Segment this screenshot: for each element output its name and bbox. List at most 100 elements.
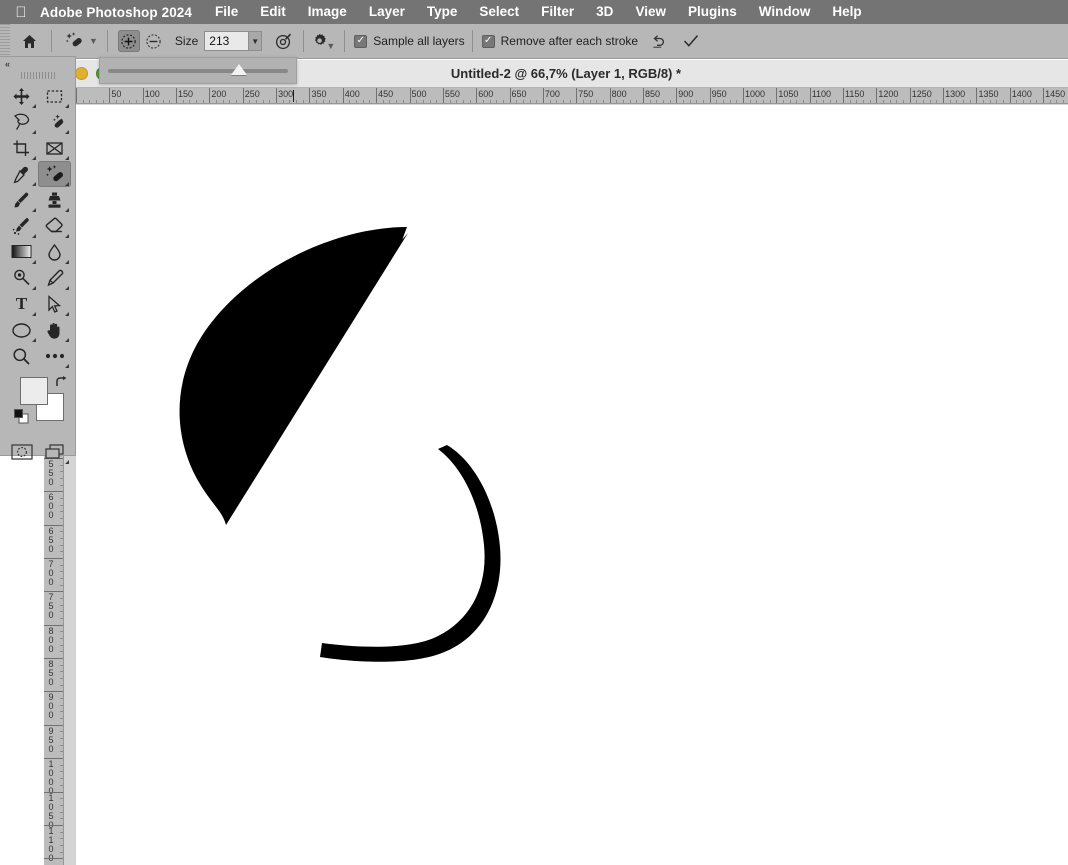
app-name-label[interactable]: Adobe Photoshop 2024 xyxy=(32,5,204,20)
ellipse-tool[interactable] xyxy=(5,317,38,343)
gear-icon[interactable]: ▼ xyxy=(311,28,337,54)
ruler-label: 1050 xyxy=(778,89,799,99)
horizontal-ruler[interactable]: 50 100 150 200 250 300 350 400 450 500 550 600 650 70… xyxy=(64,88,1068,104)
home-icon[interactable] xyxy=(14,26,44,56)
crop-tool[interactable] xyxy=(5,135,38,161)
ruler-tick xyxy=(60,698,63,700)
spot-healing-brush-tool[interactable] xyxy=(38,161,71,187)
foreground-color-swatch[interactable] xyxy=(20,377,48,405)
menu-item-3d[interactable]: 3D xyxy=(585,0,624,24)
tool-preset-picker[interactable]: ▼ xyxy=(59,28,100,54)
quick-mask-icon[interactable] xyxy=(5,439,38,465)
menu-item-select[interactable]: Select xyxy=(468,0,530,24)
tools-panel-grip[interactable] xyxy=(0,70,75,81)
menu-item-view[interactable]: View xyxy=(624,0,677,24)
menu-item-filter[interactable]: Filter xyxy=(530,0,585,24)
circle-plus-icon[interactable] xyxy=(117,30,140,52)
menu-item-type[interactable]: Type xyxy=(416,0,469,24)
remove-after-each-stroke-option[interactable]: ✓ Remove after each stroke xyxy=(481,34,639,48)
menu-item-layer[interactable]: Layer xyxy=(358,0,416,24)
clone-stamp-tool[interactable] xyxy=(38,187,71,213)
ruler-tick xyxy=(44,558,63,560)
chevron-down-icon[interactable]: ▼ xyxy=(326,41,335,51)
sample-all-layers-option[interactable]: ✓ Sample all layers xyxy=(354,34,465,48)
ruler-tick xyxy=(789,100,791,103)
remove-after-each-stroke-label: Remove after each stroke xyxy=(500,34,639,48)
ruler-tick xyxy=(936,100,938,103)
tablet-pressure-icon[interactable] xyxy=(270,28,296,54)
double-chevron-left-icon[interactable]: « xyxy=(0,57,75,70)
path-selection-tool[interactable] xyxy=(38,291,71,317)
menu-item-window[interactable]: Window xyxy=(748,0,822,24)
checkmark-icon[interactable] xyxy=(678,28,704,54)
apple-logo-icon[interactable]:  xyxy=(10,0,32,24)
brush-size-slider-track[interactable] xyxy=(108,63,288,75)
menu-item-image[interactable]: Image xyxy=(297,0,358,24)
ruler-tick xyxy=(422,100,424,103)
tool-group-indicator xyxy=(32,286,36,290)
chevron-down-icon[interactable]: ▼ xyxy=(89,36,98,46)
ruler-tick xyxy=(44,724,63,726)
ruler-tick xyxy=(44,658,63,660)
ruler-tick xyxy=(44,491,63,493)
eraser-tool[interactable] xyxy=(38,213,71,239)
chevron-down-icon[interactable]: ▼ xyxy=(248,32,262,50)
lasso-tool[interactable] xyxy=(5,109,38,135)
circle-minus-icon[interactable] xyxy=(143,30,165,52)
object-selection-tool[interactable] xyxy=(38,109,71,135)
history-brush-tool[interactable] xyxy=(5,213,38,239)
ruler-tick xyxy=(1036,100,1038,103)
blur-tool[interactable] xyxy=(38,239,71,265)
brush-size-slider-thumb[interactable] xyxy=(231,63,248,75)
ruler-tick xyxy=(60,711,63,713)
ruler-tick xyxy=(202,100,204,103)
menu-item-help[interactable]: Help xyxy=(821,0,872,24)
tool-group-indicator xyxy=(32,104,36,108)
menu-item-plugins[interactable]: Plugins xyxy=(677,0,748,24)
tools-panel: « T xyxy=(0,56,76,464)
brush-size-slider-popup[interactable] xyxy=(99,57,297,84)
ruler-tick xyxy=(556,100,558,103)
ruler-tick xyxy=(82,100,84,103)
tool-group-indicator xyxy=(32,338,36,342)
zoom-tool[interactable] xyxy=(5,343,38,369)
ruler-tick xyxy=(262,100,264,103)
ruler-tick xyxy=(60,738,63,740)
type-tool[interactable]: T xyxy=(5,291,38,317)
rectangular-marquee-tool[interactable] xyxy=(38,83,71,109)
swap-colors-icon[interactable] xyxy=(54,375,68,389)
spot-healing-brush-icon xyxy=(61,28,87,54)
brush-tool[interactable] xyxy=(5,187,38,213)
size-input[interactable] xyxy=(205,32,249,50)
ruler-tick xyxy=(60,478,63,479)
menu-item-file[interactable]: File xyxy=(204,0,249,24)
eyedropper-tool[interactable] xyxy=(5,161,38,187)
gradient-tool[interactable] xyxy=(5,239,38,265)
canvas-area[interactable] xyxy=(76,105,1068,865)
ruler-tick xyxy=(60,684,63,686)
sample-all-layers-checkbox[interactable]: ✓ xyxy=(354,34,368,48)
screen-mode-icon[interactable] xyxy=(38,439,71,465)
menu-item-edit[interactable]: Edit xyxy=(249,0,297,24)
ruler-tick xyxy=(436,100,438,103)
ruler-tick xyxy=(182,100,184,103)
frame-tool[interactable] xyxy=(38,135,71,161)
ruler-label: 1200 xyxy=(878,89,899,99)
ruler-tick xyxy=(689,100,691,103)
undo-arrow-icon[interactable] xyxy=(646,28,672,54)
hand-tool[interactable] xyxy=(38,317,71,343)
ruler-tick xyxy=(282,100,284,103)
ruler-tick xyxy=(60,631,63,633)
ruler-tick xyxy=(796,100,798,103)
ruler-label: 1150 xyxy=(845,89,865,99)
move-tool[interactable] xyxy=(5,83,38,109)
size-input-group[interactable]: ▼ xyxy=(204,31,263,51)
options-bar-grip[interactable] xyxy=(0,23,10,59)
default-colors-icon[interactable] xyxy=(14,409,29,424)
ruler-label: 600 xyxy=(478,89,494,99)
ruler-label: 1250 xyxy=(911,89,932,99)
dodge-tool[interactable] xyxy=(5,265,38,291)
edit-toolbar-button[interactable] xyxy=(38,343,71,369)
remove-after-each-stroke-checkbox[interactable]: ✓ xyxy=(481,34,495,48)
pen-tool[interactable] xyxy=(38,265,71,291)
